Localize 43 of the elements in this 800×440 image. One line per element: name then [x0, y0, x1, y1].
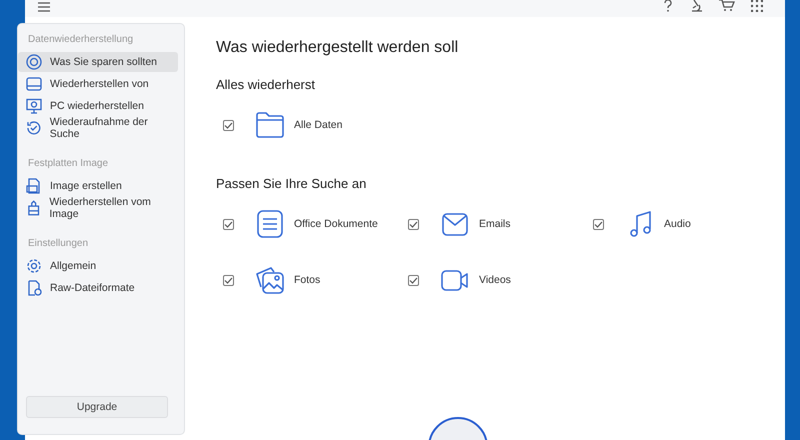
option-label: Videos [479, 274, 511, 286]
drive-icon [26, 76, 42, 92]
history-icon [26, 120, 42, 136]
monitor-icon [26, 98, 42, 114]
checkbox[interactable] [408, 218, 419, 230]
group-heading: Alles wiederherst [216, 77, 316, 92]
checkbox[interactable] [408, 274, 419, 286]
section-heading: Datenwiederherstellung [27, 34, 134, 45]
sidebar-item[interactable]: Wiederherstellen vom Image [18, 198, 178, 218]
sidebar-item[interactable]: Image erstellen [18, 176, 178, 196]
apps-grid-icon[interactable] [751, 0, 763, 12]
gear-icon [26, 258, 42, 274]
option-label: Audio [664, 218, 691, 230]
sidebar-item[interactable]: PC wiederherstellen [18, 96, 178, 116]
sidebar-item[interactable]: Wiederherstellen von [18, 74, 178, 94]
section-heading: Festplatten Image [27, 158, 110, 169]
sidebar-item[interactable]: Was Sie sparen sollten [18, 52, 178, 72]
option-label: Emails [479, 218, 511, 230]
option-label: Office Dokumente [294, 218, 378, 230]
option-label: Alle Daten [294, 119, 342, 131]
sidebar-item[interactable]: Allgemein [18, 256, 178, 276]
document-icon [26, 280, 42, 296]
upgrade-button[interactable]: Upgrade [26, 396, 168, 418]
section-heading: Einstellungen [27, 238, 90, 249]
help-icon[interactable] [663, 0, 673, 12]
page-title: Was wiederhergestellt werden soll [216, 39, 460, 57]
menu-icon[interactable] [38, 2, 50, 12]
checkbox[interactable] [593, 218, 604, 230]
option-label: Fotos [294, 274, 320, 286]
cart-icon[interactable] [719, 0, 735, 12]
folder-icon [255, 110, 285, 140]
bag-icon [26, 200, 42, 216]
document-icon [255, 209, 285, 239]
checkbox[interactable] [223, 218, 234, 230]
checkbox[interactable] [223, 274, 234, 286]
photos-icon [255, 265, 285, 295]
disk-image-icon [26, 178, 42, 194]
sidebar-item[interactable]: Wiederaufnahme der Suche [18, 118, 178, 138]
checkbox[interactable] [223, 120, 234, 130]
group-heading: Passen Sie Ihre Suche an [216, 176, 368, 191]
target-icon [26, 54, 42, 70]
microscope-icon[interactable] [689, 0, 703, 12]
sidebar-item[interactable]: Raw-Dateiformate [18, 278, 178, 298]
